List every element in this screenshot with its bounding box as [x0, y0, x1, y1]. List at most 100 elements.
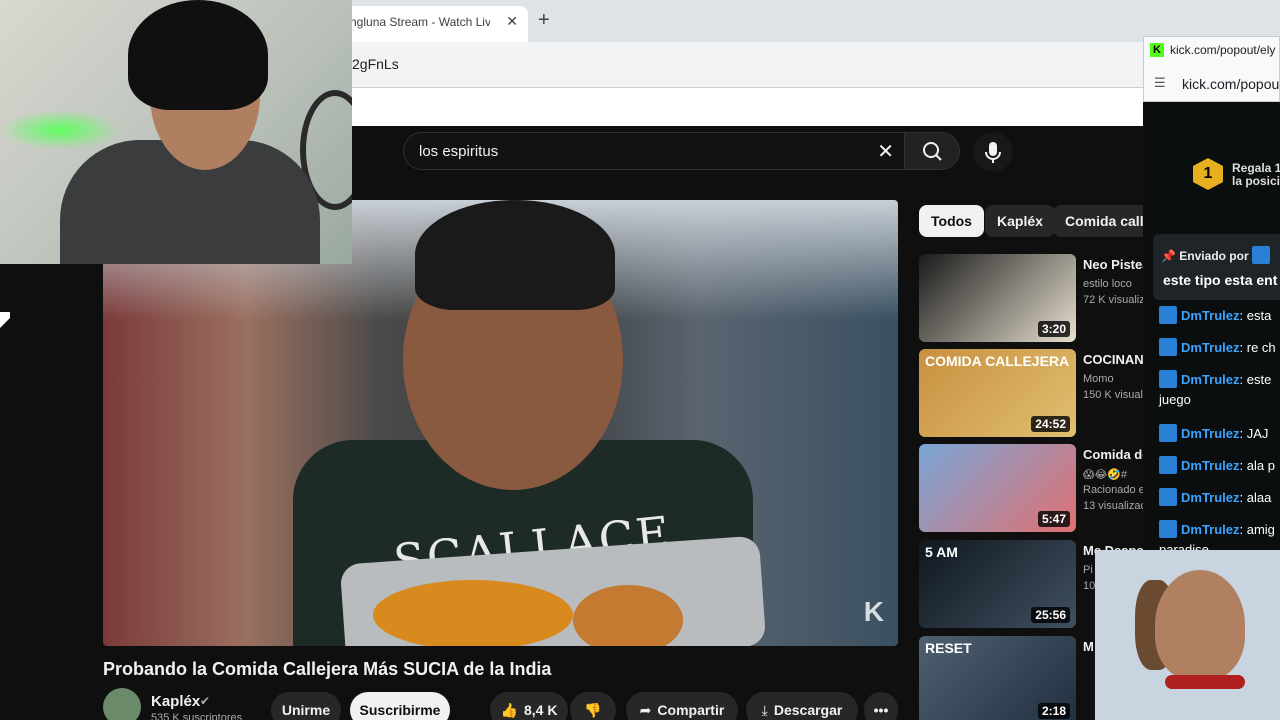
- site-settings-icon[interactable]: ☰: [1154, 75, 1166, 91]
- thumbs-up-icon: 👍: [500, 702, 518, 718]
- thumbnail-text: COMIDA CALLEJERA: [925, 353, 1070, 369]
- verified-icon: ✔: [200, 694, 211, 708]
- gift-prompt[interactable]: Regala 1 la posici: [1232, 162, 1280, 188]
- download-button[interactable]: ⤓ Descargar: [746, 692, 858, 720]
- chat-text: : re ch: [1239, 340, 1276, 355]
- microphone-icon: [985, 142, 1001, 163]
- recommendation-title[interactable]: COCINAN COMIDA E: [1083, 351, 1145, 369]
- video-frame-hair: [415, 200, 615, 310]
- video-duration: 5:47: [1037, 511, 1070, 527]
- chat-username[interactable]: DmTrulez: [1181, 340, 1240, 355]
- download-label: Descargar: [773, 702, 843, 718]
- recommendation-thumbnail[interactable]: 3:20: [919, 254, 1076, 342]
- recommendation-item[interactable]: 5:47 Comida de 😱😂🤣# Racionado e 13 visualiza…: [919, 444, 1145, 532]
- more-actions-button[interactable]: •••: [864, 692, 898, 720]
- recommendation-title[interactable]: Comida de: [1083, 446, 1145, 464]
- more-icon: •••: [873, 702, 889, 718]
- chat-username[interactable]: DmTrulez: [1181, 458, 1240, 473]
- user-badge-icon: [1251, 246, 1270, 264]
- chat-text: : amig: [1239, 522, 1275, 537]
- recommendation-title[interactable]: Neo Pistea: [1083, 256, 1145, 274]
- download-icon: ⤓: [761, 702, 768, 718]
- search-icon: [923, 142, 942, 161]
- chat-text: : alaa: [1239, 490, 1272, 505]
- voice-search-button[interactable]: [973, 132, 1013, 172]
- new-tab-button[interactable]: +: [538, 9, 550, 32]
- pinned-message: 📌 Enviado por este tipo esta ent: [1153, 234, 1280, 300]
- video-duration: 3:20: [1037, 321, 1070, 337]
- recommendation-thumbnail[interactable]: RESET 2:18: [919, 636, 1076, 720]
- chat-message: DmTrulez: JAJ: [1159, 424, 1268, 442]
- chat-message: DmTrulez: alaa: [1159, 488, 1271, 506]
- mouse-cursor: [0, 312, 10, 328]
- user-badge-icon: [1159, 520, 1177, 538]
- user-badge-icon: [1159, 456, 1177, 474]
- pinned-message-text: este tipo esta ent: [1163, 272, 1278, 288]
- user-badge-icon: [1159, 306, 1177, 324]
- chat-text: : este: [1239, 372, 1272, 387]
- like-button[interactable]: 👍 8,4 K: [490, 692, 568, 720]
- search-query: los espiritus: [419, 143, 499, 160]
- search-button[interactable]: [904, 132, 960, 170]
- channel-name[interactable]: Kapléx: [151, 693, 200, 710]
- chat-username[interactable]: DmTrulez: [1181, 372, 1240, 387]
- chat-username[interactable]: DmTrulez: [1181, 426, 1240, 441]
- video-title: Probando la Comida Callejera Más SUCIA d…: [103, 659, 552, 679]
- close-tab-icon[interactable]: ✕: [506, 13, 518, 30]
- share-button[interactable]: ➦ Compartir: [626, 692, 738, 720]
- tab-title: ngluna Stream - Watch Liv: [350, 15, 490, 29]
- recommendation-thumbnail[interactable]: COMIDA CALLEJERA 24:52: [919, 349, 1076, 437]
- subscribe-button[interactable]: Suscribirme: [350, 692, 450, 720]
- share-label: Compartir: [657, 702, 725, 718]
- recommendation-views: 72 K visualiz: [1083, 294, 1145, 306]
- recommendation-item[interactable]: COMIDA CALLEJERA 24:52 COCINAN COMIDA E Mom…: [919, 349, 1145, 437]
- pinned-by-label: Enviado por: [1179, 249, 1249, 263]
- dislike-button[interactable]: 👎: [570, 692, 616, 720]
- chat-message: DmTrulez: ala p: [1159, 456, 1275, 474]
- chat-text: juego: [1159, 392, 1191, 407]
- recommendation-extra: 13 visualizac: [1083, 500, 1145, 512]
- chat-message: juego: [1159, 392, 1191, 407]
- gift-text-line-2: la posici: [1232, 174, 1280, 188]
- user-badge-icon: [1159, 338, 1177, 356]
- recommendation-item[interactable]: 3:20 Neo Pistea estilo loco 72 K visualiz: [919, 254, 1145, 342]
- chip-comida[interactable]: Comida callej: [1053, 205, 1145, 237]
- gift-rank-badge: 1: [1193, 158, 1223, 190]
- cartoon-dog-collar: [1165, 675, 1245, 689]
- thumbnail-text: RESET: [925, 640, 972, 656]
- recommendation-thumbnail[interactable]: 5:47: [919, 444, 1076, 532]
- video-duration: 2:18: [1037, 703, 1070, 719]
- cartoon-dog-overlay: [1095, 550, 1280, 720]
- video-player[interactable]: SCALLACE K: [103, 200, 898, 646]
- chat-message: DmTrulez: este: [1159, 370, 1271, 388]
- kick-window-title: kick.com/popout/ely: [1170, 43, 1276, 57]
- chat-username[interactable]: DmTrulez: [1181, 490, 1240, 505]
- recommendation-channel: Momo: [1083, 373, 1114, 385]
- subscribe-label: Suscribirme: [359, 702, 441, 718]
- subscriber-count: 535 K suscriptores: [151, 712, 243, 720]
- clear-search-icon[interactable]: ✕: [877, 139, 894, 164]
- chat-text: : esta: [1239, 308, 1272, 323]
- kick-window-header: K kick.com/popout/ely ☰ kick.com/popou: [1143, 36, 1280, 102]
- chat-username[interactable]: DmTrulez: [1181, 308, 1240, 323]
- browser-tab[interactable]: ngluna Stream - Watch Liv ✕: [340, 6, 528, 42]
- recommendation-views: Racionado e: [1083, 484, 1145, 496]
- pin-icon: 📌: [1161, 249, 1176, 263]
- join-label: Unirme: [281, 702, 331, 718]
- chip-todos[interactable]: Todos: [919, 205, 984, 237]
- chat-message: DmTrulez: amig: [1159, 520, 1275, 538]
- kick-url[interactable]: kick.com/popou: [1182, 76, 1279, 92]
- channel-watermark[interactable]: K: [864, 596, 884, 628]
- chat-message: DmTrulez: re ch: [1159, 338, 1276, 356]
- chat-username[interactable]: DmTrulez: [1181, 522, 1240, 537]
- recommendation-thumbnail[interactable]: 5 AM 25:56: [919, 540, 1076, 628]
- chat-message: DmTrulez: esta: [1159, 306, 1271, 324]
- channel-avatar[interactable]: [103, 688, 141, 720]
- video-duration: 25:56: [1031, 607, 1070, 623]
- video-duration: 24:52: [1031, 416, 1070, 432]
- recommendation-channel: estilo loco: [1083, 278, 1132, 290]
- search-input[interactable]: los espiritus ✕: [403, 132, 905, 170]
- join-button[interactable]: Unirme: [271, 692, 341, 720]
- pinned-by: 📌 Enviado por: [1161, 246, 1274, 264]
- chip-kaplex[interactable]: Kapléx: [985, 205, 1055, 237]
